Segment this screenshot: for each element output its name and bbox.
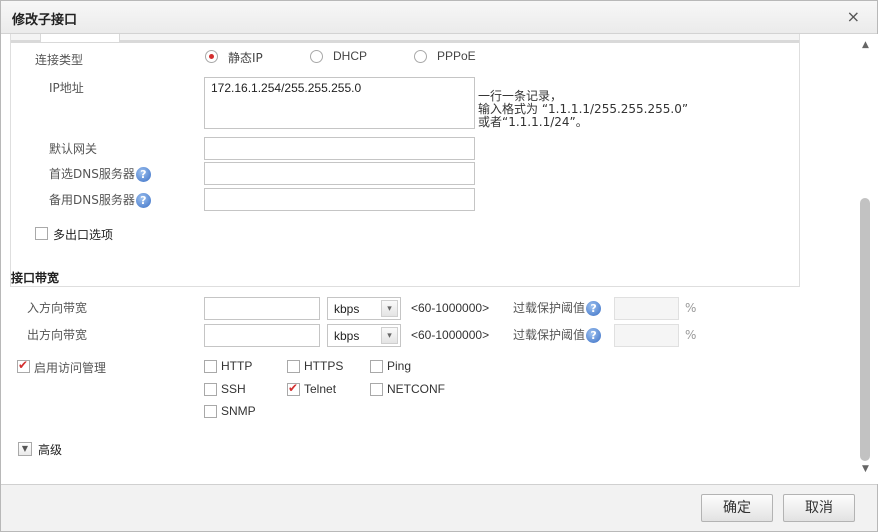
bandwidth-section-title: 接口带宽 [11, 271, 60, 285]
snmp-checkbox[interactable] [204, 405, 217, 418]
dns-primary-label-text: 首选DNS服务器 [49, 167, 135, 181]
dialog-titlebar: 修改子接口 × [1, 1, 877, 34]
inbound-bandwidth-input[interactable] [204, 297, 320, 320]
ssh-label[interactable]: SSH [221, 382, 246, 396]
radio-static-ip-label[interactable]: 静态IP [228, 49, 263, 66]
inbound-threshold-label: 过载保护阈值? [513, 299, 602, 316]
inbound-threshold-input[interactable] [614, 297, 679, 320]
ping-checkbox[interactable] [370, 360, 383, 373]
outbound-bandwidth-input[interactable] [204, 324, 320, 347]
close-icon[interactable]: × [847, 7, 860, 26]
telnet-label[interactable]: Telnet [304, 382, 336, 396]
ip-format-hint: 一行一条记录， 输入格式为 “1.1.1.1/255.255.255.0” 或者… [478, 90, 688, 129]
dialog-title: 修改子接口 [12, 13, 78, 28]
radio-dhcp-label[interactable]: DHCP [333, 49, 367, 63]
https-label[interactable]: HTTPS [304, 359, 343, 373]
ip-address-textarea[interactable]: 172.16.1.254/255.255.255.0 [204, 77, 475, 129]
expand-toggle-icon[interactable]: ▼ [18, 442, 32, 456]
dialog-content: 连接类型 静态IP DHCP PPPoE IP地址 172.16.1.254/2… [1, 34, 857, 484]
inbound-percent-unit: % [685, 301, 697, 315]
ip-address-label: IP地址 [49, 81, 84, 95]
outbound-threshold-input[interactable] [614, 324, 679, 347]
dialog-footer: 确定 取消 [1, 484, 877, 531]
telnet-checkbox[interactable] [287, 381, 300, 396]
outbound-threshold-label: 过载保护阈值? [513, 326, 602, 343]
ip-hint-line-3: 或者“1.1.1.1/24”。 [478, 115, 588, 129]
inbound-bandwidth-label: 入方向带宽 [27, 301, 88, 315]
scrollbar-thumb[interactable] [860, 198, 870, 461]
inbound-unit-value: kbps [334, 302, 360, 316]
scroll-up-icon[interactable]: ▲ [862, 40, 869, 50]
scroll-down-icon[interactable]: ▼ [862, 464, 869, 474]
snmp-label[interactable]: SNMP [221, 404, 256, 418]
ping-label[interactable]: Ping [387, 359, 411, 373]
outbound-bandwidth-label: 出方向带宽 [27, 328, 88, 342]
outbound-range-hint: <60-1000000> [411, 328, 490, 342]
inbound-threshold-label-text: 过载保护阈值 [513, 301, 586, 315]
dns-secondary-label-text: 备用DNS服务器 [49, 193, 135, 207]
http-checkbox[interactable] [204, 360, 217, 373]
multi-exit-checkbox[interactable] [35, 227, 48, 240]
gateway-input[interactable] [204, 137, 475, 160]
radio-pppoe-label[interactable]: PPPoE [437, 49, 476, 63]
help-icon[interactable]: ? [586, 301, 602, 316]
vertical-scrollbar[interactable]: ▲ ▼ [858, 34, 878, 484]
dns-secondary-input[interactable] [204, 188, 475, 211]
dns-secondary-label: 备用DNS服务器? [49, 191, 151, 208]
radio-dhcp[interactable] [310, 50, 323, 63]
http-label[interactable]: HTTP [221, 359, 252, 373]
dns-primary-label: 首选DNS服务器? [49, 165, 151, 182]
access-management-label[interactable]: 启用访问管理 [34, 359, 106, 376]
chevron-down-icon[interactable]: ▾ [381, 300, 398, 317]
chevron-down-icon[interactable]: ▾ [381, 327, 398, 344]
outbound-unit-value: kbps [334, 329, 360, 343]
ssh-checkbox[interactable] [204, 383, 217, 396]
inbound-unit-select[interactable]: kbps ▾ [327, 297, 401, 320]
radio-static-ip[interactable] [205, 50, 218, 63]
outbound-unit-select[interactable]: kbps ▾ [327, 324, 401, 347]
cancel-button[interactable]: 取消 [783, 494, 855, 522]
ok-button[interactable]: 确定 [701, 494, 773, 522]
advanced-label[interactable]: 高级 [38, 441, 62, 458]
help-icon[interactable]: ? [135, 193, 151, 208]
access-management-checkbox[interactable] [17, 358, 30, 373]
radio-pppoe[interactable] [414, 50, 427, 63]
inbound-range-hint: <60-1000000> [411, 301, 490, 315]
help-icon[interactable]: ? [135, 167, 151, 182]
https-checkbox[interactable] [287, 360, 300, 373]
netconf-label[interactable]: NETCONF [387, 382, 445, 396]
outbound-threshold-label-text: 过载保护阈值 [513, 328, 586, 342]
dns-primary-input[interactable] [204, 162, 475, 185]
edit-subinterface-dialog: 修改子接口 × 连接类型 静态IP DHCP PPPoE IP地址 172.16… [0, 0, 878, 532]
help-icon[interactable]: ? [586, 328, 602, 343]
outbound-percent-unit: % [685, 328, 697, 342]
connection-type-label: 连接类型 [35, 53, 84, 67]
netconf-checkbox[interactable] [370, 383, 383, 396]
address-fieldset [10, 34, 800, 287]
gateway-label: 默认网关 [49, 142, 98, 156]
multi-exit-label[interactable]: 多出口选项 [53, 226, 113, 243]
